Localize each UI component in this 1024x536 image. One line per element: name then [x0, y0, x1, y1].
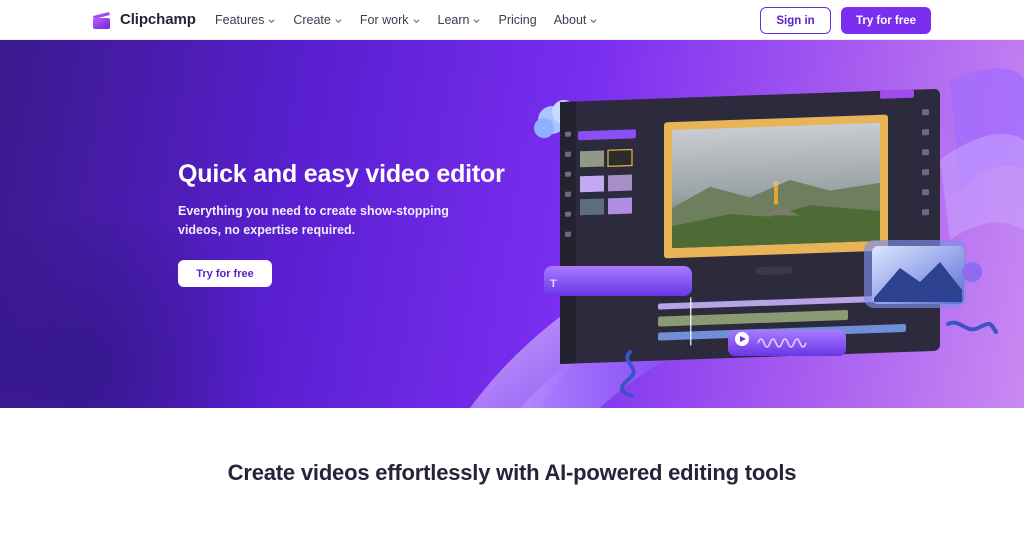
- hero-banner: Quick and easy video editor Everything y…: [0, 40, 1024, 408]
- try-for-free-nav-button[interactable]: Try for free: [841, 7, 931, 34]
- top-navigation: Clipchamp Features Create For work Learn…: [0, 0, 1024, 40]
- sign-in-button[interactable]: Sign in: [760, 7, 831, 34]
- menu-item-for-work[interactable]: For work: [360, 13, 421, 27]
- brand-name: Clipchamp: [120, 11, 196, 28]
- chevron-down-icon: [335, 18, 342, 23]
- chevron-down-icon: [590, 18, 597, 23]
- chevron-down-icon: [268, 18, 275, 23]
- clipchamp-logo-icon: [91, 9, 112, 30]
- hero-title: Quick and easy video editor: [178, 160, 505, 188]
- try-for-free-hero-button[interactable]: Try for free: [178, 260, 272, 287]
- brand[interactable]: Clipchamp: [91, 9, 196, 30]
- svg-text:T: T: [550, 278, 557, 290]
- video-editor-illustration: T: [470, 68, 1024, 408]
- hero-subtitle: Everything you need to create show-stopp…: [178, 204, 449, 237]
- menu-item-create[interactable]: Create: [293, 13, 343, 27]
- main-menu: Features Create For work Learn Pricing A…: [215, 0, 598, 40]
- menu-item-learn[interactable]: Learn: [438, 13, 482, 27]
- menu-item-features[interactable]: Features: [215, 13, 276, 27]
- chevron-down-icon: [473, 18, 481, 23]
- chevron-down-icon: [412, 18, 420, 23]
- menu-item-pricing[interactable]: Pricing: [498, 13, 536, 27]
- menu-item-about[interactable]: About: [554, 13, 599, 27]
- section-heading: Create videos effortlessly with AI-power…: [227, 460, 797, 485]
